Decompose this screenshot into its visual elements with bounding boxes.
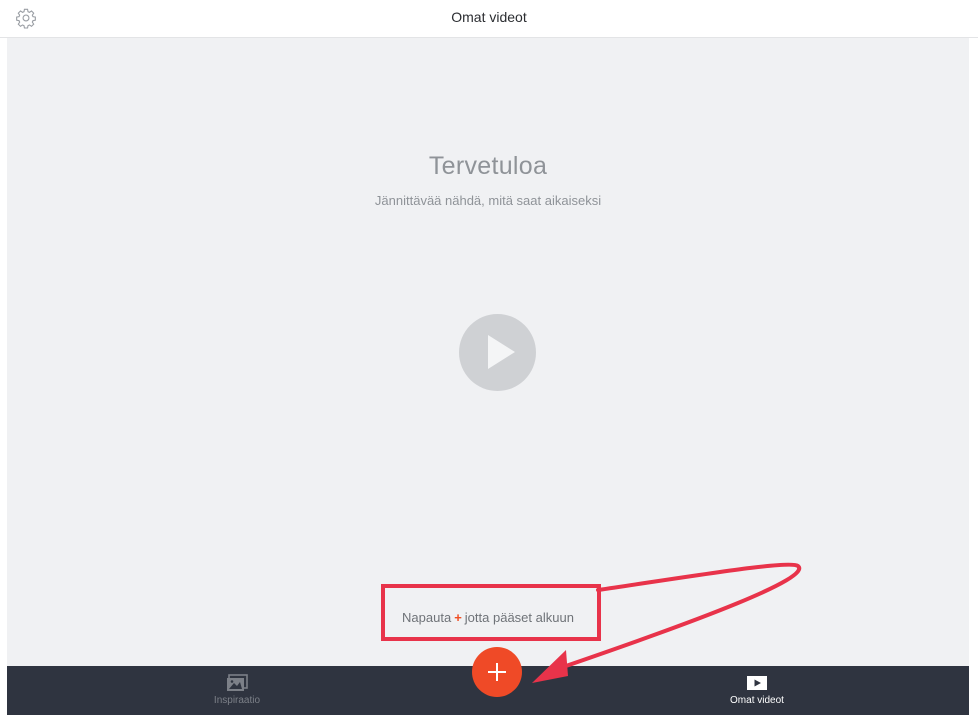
- add-button[interactable]: [472, 647, 522, 697]
- welcome-title: Tervetuloa: [428, 152, 548, 180]
- nav-item-my-videos[interactable]: Omat videot: [697, 666, 817, 715]
- play-triangle: [488, 335, 515, 369]
- plus-icon-vertical: [496, 663, 498, 681]
- welcome-subtitle: Jännittävää nähdä, mitä saat aikaiseksi: [374, 193, 602, 208]
- nav-label-my-videos: Omat videot: [730, 695, 784, 706]
- page-title: Omat videot: [451, 9, 527, 25]
- app-frame: Omat videot Tervetuloa Jännittävää nähdä…: [0, 0, 978, 715]
- image-icon: [227, 674, 248, 691]
- top-bar: Omat videot: [0, 0, 978, 38]
- main-content: Tervetuloa Jännittävää nähdä, mitä saat …: [7, 38, 969, 666]
- annotation-highlight-box: [381, 584, 601, 641]
- nav-item-inspiration[interactable]: Inspiraatio: [177, 666, 297, 715]
- nav-label-inspiration: Inspiraatio: [213, 695, 261, 706]
- play-icon: [459, 314, 536, 391]
- video-icon: [747, 676, 767, 690]
